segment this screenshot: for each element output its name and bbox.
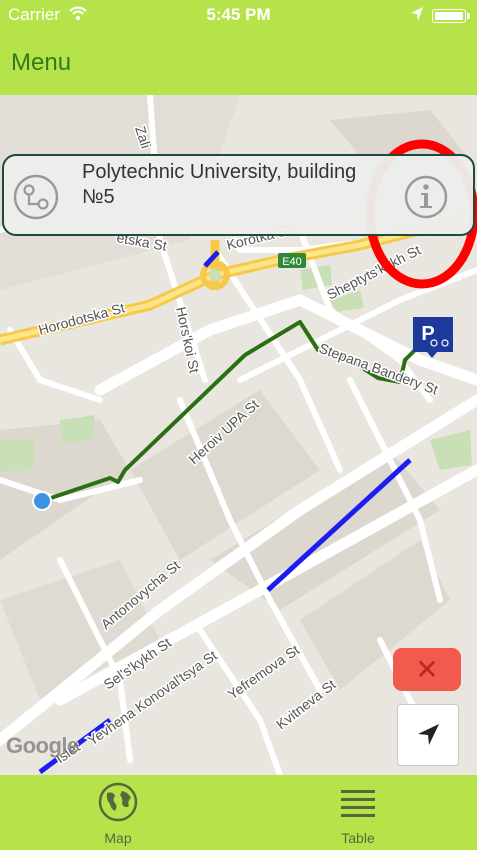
tab-map-label: Map bbox=[104, 830, 132, 846]
place-title: Polytechnic University, building №5 bbox=[82, 161, 357, 208]
map-label: Kvitneva St bbox=[273, 676, 339, 732]
map-label: Yefremova St bbox=[225, 641, 303, 702]
status-bar: Carrier 5:45 PM bbox=[0, 0, 477, 32]
tab-table[interactable]: Table bbox=[298, 775, 418, 850]
road-badge-e40: E40 bbox=[282, 256, 302, 268]
svg-text:P: P bbox=[421, 323, 434, 345]
cancel-route-button[interactable]: ✕ bbox=[393, 648, 461, 691]
google-logo: Google bbox=[6, 733, 79, 758]
my-location-button[interactable] bbox=[398, 705, 458, 765]
location-arrow-icon bbox=[410, 6, 424, 27]
info-icon[interactable] bbox=[403, 174, 449, 220]
clock: 5:45 PM bbox=[206, 5, 271, 24]
route-icon bbox=[13, 174, 59, 220]
current-location-dot bbox=[32, 491, 52, 511]
place-info-card[interactable]: Polytechnic University, building №5 bbox=[2, 154, 475, 236]
list-icon bbox=[341, 790, 375, 817]
parking-marker[interactable]: P bbox=[413, 317, 453, 358]
tab-table-label: Table bbox=[341, 830, 375, 846]
navigation-bar: Menu bbox=[0, 32, 477, 95]
globe-icon bbox=[98, 782, 138, 822]
menu-button[interactable]: Menu bbox=[11, 49, 71, 77]
battery-icon bbox=[432, 9, 470, 23]
tab-bar: Map Table bbox=[0, 775, 477, 850]
tab-map[interactable]: Map bbox=[58, 775, 178, 850]
navigation-arrow-icon bbox=[418, 724, 439, 745]
